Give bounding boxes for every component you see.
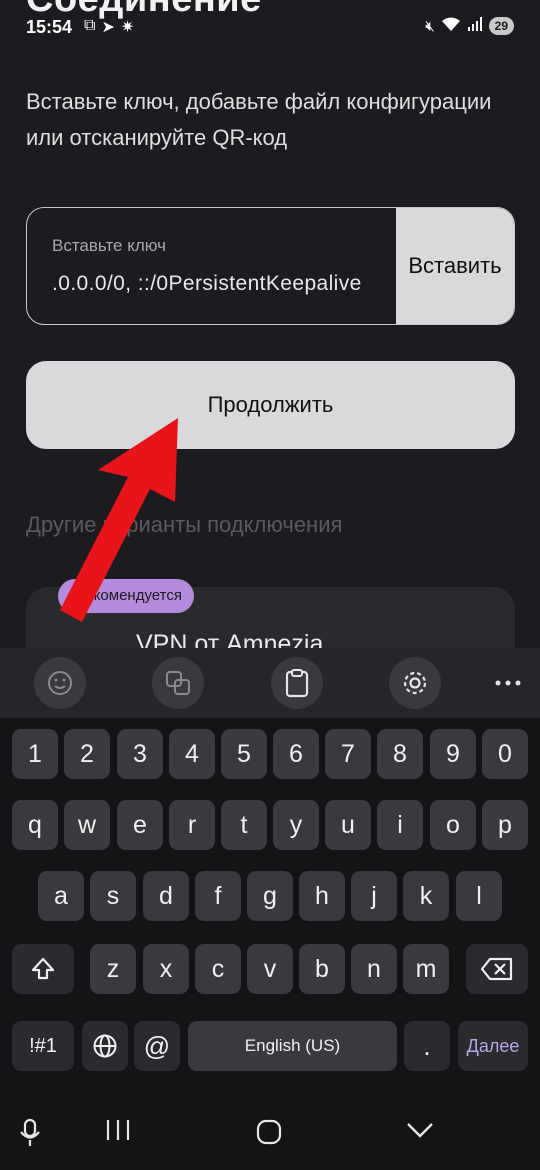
key-input-box[interactable]: Вставьте ключ .0.0.0/0, ::/0PersistentKe… — [26, 207, 515, 325]
key-r[interactable]: r — [169, 800, 215, 850]
key-t[interactable]: t — [221, 800, 267, 850]
key-8[interactable]: 8 — [377, 729, 423, 779]
connection-screen: Соединение 15:54 ⧉ ➤ ✷ 🔇︎ 29 Вставьте кл… — [0, 0, 540, 648]
wifi-icon — [441, 16, 461, 36]
settings-icon[interactable] — [389, 657, 441, 709]
keyboard-toolbar — [0, 648, 540, 718]
at-key[interactable]: @ — [134, 1021, 180, 1071]
more-icon[interactable] — [482, 662, 534, 704]
recommended-badge: Рекомендуется — [58, 579, 194, 613]
key-e[interactable]: e — [117, 800, 163, 850]
key-i[interactable]: i — [377, 800, 423, 850]
key-h[interactable]: h — [299, 871, 345, 921]
shift-key[interactable] — [12, 944, 74, 994]
instructions-text: Вставьте ключ, добавьте файл конфигураци… — [26, 89, 492, 150]
key-s[interactable]: s — [90, 871, 136, 921]
card-title: VPN от Amnezia — [136, 630, 324, 648]
key-g[interactable]: g — [247, 871, 293, 921]
key-1[interactable]: 1 — [12, 729, 58, 779]
number-row: 1 2 3 4 5 6 7 8 9 0 — [0, 729, 540, 779]
key-p[interactable]: p — [482, 800, 528, 850]
key-d[interactable]: d — [143, 871, 189, 921]
key-k[interactable]: k — [403, 871, 449, 921]
key-6[interactable]: 6 — [273, 729, 319, 779]
back-icon[interactable] — [405, 1118, 435, 1149]
status-time: 15:54 — [26, 17, 73, 37]
backspace-icon — [480, 957, 513, 981]
symbols-key[interactable]: !#1 — [12, 1021, 74, 1071]
letter-row-3: z x c v b n m — [0, 944, 540, 994]
clipboard-icon[interactable] — [271, 657, 323, 709]
key-a[interactable]: a — [38, 871, 84, 921]
key-2[interactable]: 2 — [64, 729, 110, 779]
home-icon[interactable] — [255, 1118, 283, 1153]
continue-button[interactable]: Продолжить — [26, 361, 515, 449]
key-9[interactable]: 9 — [430, 729, 476, 779]
other-options-label: Другие варианты подключения — [26, 512, 343, 537]
key-f[interactable]: f — [195, 871, 241, 921]
globe-icon — [93, 1034, 117, 1058]
sparkle-icon: ✷ — [120, 19, 135, 36]
status-bar: 15:54 ⧉ ➤ ✷ 🔇︎ 29 — [0, 8, 540, 48]
key-field-label: Вставьте ключ — [52, 236, 167, 255]
key-v[interactable]: v — [247, 944, 293, 994]
period-key[interactable]: . — [404, 1021, 450, 1071]
key-n[interactable]: n — [351, 944, 397, 994]
key-4[interactable]: 4 — [169, 729, 215, 779]
recents-icon[interactable] — [105, 1118, 131, 1149]
key-j[interactable]: j — [351, 871, 397, 921]
key-7[interactable]: 7 — [325, 729, 371, 779]
key-w[interactable]: w — [64, 800, 110, 850]
signal-icon — [467, 16, 483, 36]
key-q[interactable]: q — [12, 800, 58, 850]
key-c[interactable]: c — [195, 944, 241, 994]
bottom-row: !#1 @ English (US) . Далее — [0, 1021, 540, 1071]
key-u[interactable]: u — [325, 800, 371, 850]
key-3[interactable]: 3 — [117, 729, 163, 779]
screen-capture-icon: ⧉ — [84, 17, 96, 34]
key-o[interactable]: o — [430, 800, 476, 850]
paste-button[interactable]: Вставить — [396, 208, 514, 324]
key-5[interactable]: 5 — [221, 729, 267, 779]
letter-row-1: q w e r t y u i o p — [0, 800, 540, 850]
key-0[interactable]: 0 — [482, 729, 528, 779]
backspace-key[interactable] — [466, 944, 528, 994]
keyboard: 1 2 3 4 5 6 7 8 9 0 q w e r t y u i o p … — [0, 648, 540, 1170]
language-key[interactable] — [82, 1021, 128, 1071]
letter-row-2: a s d f g h j k l — [0, 871, 540, 921]
space-key[interactable]: English (US) — [188, 1021, 397, 1071]
key-field-value[interactable]: .0.0.0/0, ::/0PersistentKeepalive — [52, 272, 397, 296]
navigation-bar — [0, 1108, 540, 1170]
telegram-icon: ➤ — [101, 19, 115, 36]
key-x[interactable]: x — [143, 944, 189, 994]
key-m[interactable]: m — [403, 944, 449, 994]
battery-indicator: 29 — [488, 17, 514, 35]
key-b[interactable]: b — [299, 944, 345, 994]
translate-icon[interactable] — [152, 657, 204, 709]
next-key[interactable]: Далее — [458, 1021, 528, 1071]
key-y[interactable]: y — [273, 800, 319, 850]
mute-icon: 🔇︎ — [425, 17, 435, 35]
emoji-icon[interactable] — [34, 657, 86, 709]
key-l[interactable]: l — [456, 871, 502, 921]
microphone-icon[interactable] — [18, 1118, 42, 1155]
key-z[interactable]: z — [90, 944, 136, 994]
shift-icon — [31, 957, 55, 980]
